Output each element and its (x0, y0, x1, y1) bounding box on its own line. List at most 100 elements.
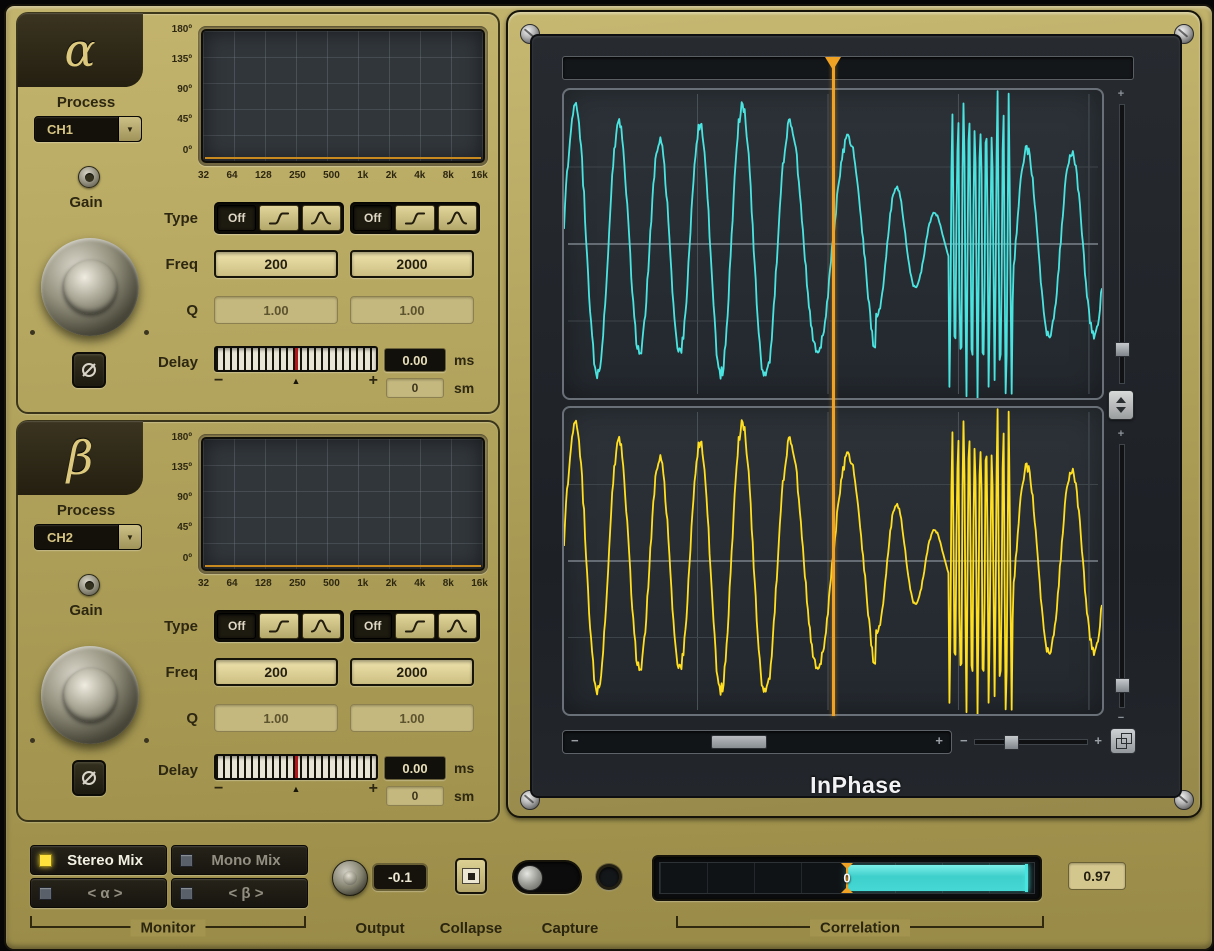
windows-layout-button[interactable] (1110, 728, 1136, 754)
filter1-off-button[interactable]: Off (217, 613, 256, 639)
phase-graph-grid (201, 437, 485, 571)
monitor-button-alpha[interactable]: < α > (30, 878, 167, 908)
delay-slider-beta[interactable] (214, 754, 378, 780)
output-value[interactable]: -0.1 (372, 863, 428, 891)
zoom-slider-bottom[interactable]: + − (1108, 428, 1134, 724)
plus-sign[interactable]: + (1108, 88, 1134, 100)
delay-ms-value[interactable]: 0.00 (384, 756, 446, 780)
filter2-bell-button[interactable] (438, 613, 477, 639)
filter2-freq-value[interactable]: 2000 (350, 250, 474, 278)
phase-invert-icon (79, 360, 99, 380)
gain-label: Gain (26, 194, 146, 211)
filter1-shelf-button[interactable] (259, 613, 298, 639)
filter2-off-button[interactable]: Off (353, 613, 392, 639)
minus-sign[interactable]: − (1108, 712, 1134, 724)
frequency-axis: 32 64 128 250 500 1k 2k 4k 8k 16k (198, 578, 488, 589)
filter2-freq-value[interactable]: 2000 (350, 658, 474, 686)
filter1-freq-value[interactable]: 200 (214, 658, 338, 686)
filter1-q-value[interactable]: 1.00 (214, 704, 338, 732)
filter2-q-value[interactable]: 1.00 (350, 704, 474, 732)
slider-handle[interactable] (1004, 735, 1019, 750)
toggle-knob[interactable] (517, 865, 543, 891)
phase-invert-button-alpha[interactable] (72, 352, 106, 388)
process-select-alpha[interactable]: CH1 ▼ (34, 116, 142, 142)
slider-pointer-icon: ▲ (292, 376, 301, 386)
y-axis-tick: 45º (146, 522, 192, 533)
slider-handle[interactable] (1115, 342, 1130, 357)
monitor-button-label: Mono Mix (193, 852, 299, 869)
freq-label: Freq (114, 664, 198, 681)
delay-label: Delay (114, 354, 198, 371)
output-knob[interactable] (332, 860, 368, 896)
delay-slider-alpha[interactable] (214, 346, 378, 372)
gain-led-button[interactable] (78, 166, 100, 188)
slider-track[interactable] (974, 739, 1088, 745)
slider-handle[interactable] (1115, 678, 1130, 693)
filter1-shelf-button[interactable] (259, 205, 298, 231)
phase-invert-button-beta[interactable] (72, 760, 106, 796)
plus-sign[interactable]: + (369, 782, 378, 796)
filter1-bell-button[interactable] (302, 205, 341, 231)
plus-sign[interactable]: + (369, 374, 378, 388)
gain-led-button[interactable] (78, 574, 100, 596)
bell-filter-icon (309, 616, 333, 636)
channel-alpha-module: α Process CH1 ▼ Gain 180º 135º 90º 45º 0… (16, 12, 500, 414)
channel-beta-module: β Process CH2 ▼ Gain 180º 135º 90º 45º 0… (16, 420, 500, 822)
waveform-display-frame: + − + − − + − (506, 10, 1202, 818)
capture-toggle[interactable] (512, 860, 582, 894)
monitor-button-mono-mix[interactable]: Mono Mix (171, 845, 308, 875)
type-label: Type (114, 618, 198, 635)
y-axis-tick: 135º (146, 54, 192, 65)
samples-unit-label: sm (454, 380, 474, 396)
x-axis-tick: 1k (357, 170, 368, 181)
capture-led (596, 864, 622, 890)
knob-tick-dot (144, 738, 149, 743)
scrollbar-thumb[interactable] (711, 735, 767, 749)
filter2-off-button[interactable]: Off (353, 205, 392, 231)
zoom-slider-top[interactable]: + − (1108, 88, 1134, 400)
monitor-button-stereo-mix[interactable]: Stereo Mix (30, 845, 167, 875)
overview-bar[interactable] (562, 56, 1134, 80)
x-axis-tick: 16k (471, 170, 488, 181)
channel-alpha-glyph: α (64, 23, 95, 77)
delay-ms-value[interactable]: 0.00 (384, 348, 446, 372)
gain-knob-alpha[interactable] (41, 238, 139, 336)
gain-knob-hub (63, 668, 117, 722)
delay-samples-value[interactable]: 0 (386, 786, 444, 806)
playback-cursor[interactable] (832, 58, 835, 716)
horizontal-zoom-slider[interactable]: − + (960, 732, 1102, 750)
collapse-icon (462, 868, 480, 884)
collapse-button[interactable] (455, 858, 487, 894)
correlation-fill (847, 865, 1028, 891)
minus-sign[interactable]: − (571, 733, 579, 748)
filter2-shelf-button[interactable] (395, 205, 434, 231)
minus-sign[interactable]: − (214, 374, 223, 388)
filter2-bell-button[interactable] (438, 205, 477, 231)
arrow-down-icon (1116, 407, 1126, 413)
chevron-down-icon[interactable]: ▼ (118, 525, 141, 549)
chevron-down-icon[interactable]: ▼ (118, 117, 141, 141)
horizontal-scrollbar[interactable]: − + (562, 730, 952, 754)
y-axis-tick: 45º (146, 114, 192, 125)
filter2-shelf-button[interactable] (395, 613, 434, 639)
panel-split-spinner-button[interactable] (1108, 390, 1134, 420)
filter2-q-value[interactable]: 1.00 (350, 296, 474, 324)
plus-sign[interactable]: + (935, 733, 943, 748)
correlation-value: 0.97 (1068, 862, 1126, 890)
led-indicator (39, 854, 52, 867)
channel-beta-tab: β (17, 421, 143, 495)
monitor-button-beta[interactable]: < β > (171, 878, 308, 908)
delay-samples-value[interactable]: 0 (386, 378, 444, 398)
slider-track[interactable] (1119, 444, 1125, 708)
gain-knob-beta[interactable] (41, 646, 139, 744)
filter1-freq-value[interactable]: 200 (214, 250, 338, 278)
filter1-off-button[interactable]: Off (217, 205, 256, 231)
filter1-q-value[interactable]: 1.00 (214, 296, 338, 324)
plus-sign[interactable]: + (1108, 428, 1134, 440)
plus-sign[interactable]: + (1094, 733, 1102, 748)
plugin-title: InPhase (532, 772, 1180, 799)
minus-sign[interactable]: − (214, 782, 223, 796)
filter1-bell-button[interactable] (302, 613, 341, 639)
minus-sign[interactable]: − (960, 733, 968, 748)
process-select-beta[interactable]: CH2 ▼ (34, 524, 142, 550)
